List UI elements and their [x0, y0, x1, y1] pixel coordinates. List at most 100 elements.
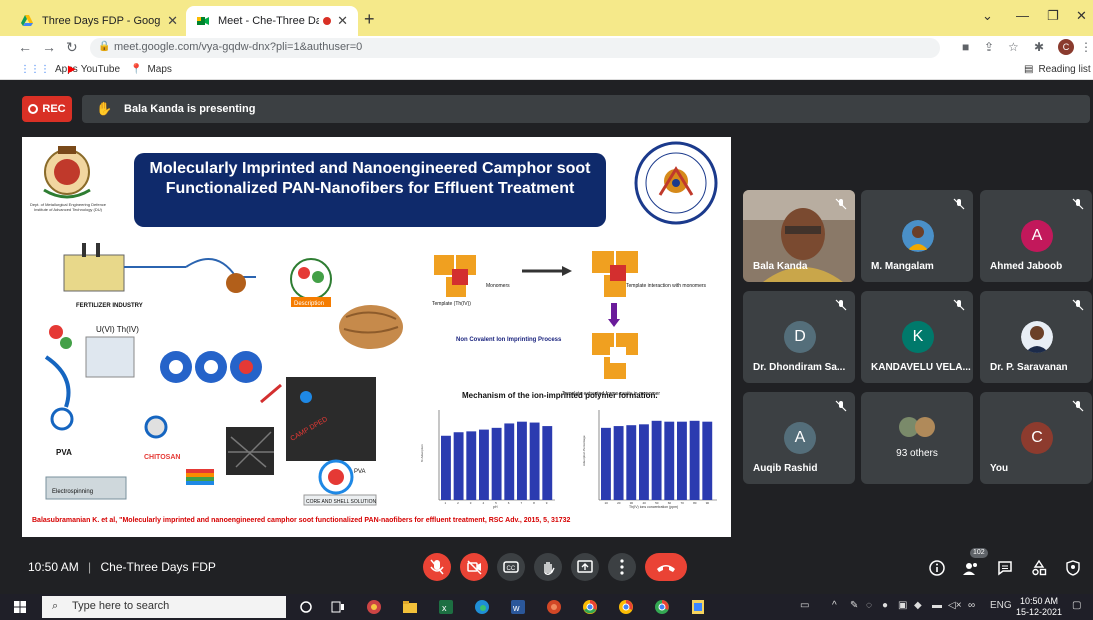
reading-list-button[interactable]: ▤ Reading list: [1024, 64, 1091, 75]
participant-tile-auqib-rashid[interactable]: A Auqib Rashid: [743, 392, 855, 484]
chat-icon[interactable]: [996, 559, 1014, 577]
notes-app-icon[interactable]: [690, 599, 706, 615]
participant-tile-saravanan[interactable]: Dr. P. Saravanan: [980, 291, 1092, 383]
display-icon[interactable]: ▣: [898, 600, 907, 611]
pen-icon[interactable]: ✎: [850, 600, 858, 611]
y-axis-label: % Adsorption: [420, 444, 424, 462]
share-icon[interactable]: ⇪: [984, 40, 994, 54]
participant-tile-kandavelu[interactable]: K KANDAVELU VELA...: [861, 291, 973, 383]
tab-google-drive[interactable]: Three Days FDP - Google Drive ✕: [10, 6, 188, 36]
windows-taskbar: ⌕ Type here to search x w ▭ ^ ✎ ◌ ● ▣ ◆ …: [0, 594, 1093, 620]
electrospinning-label: Electrospinning: [52, 489, 93, 495]
reload-icon[interactable]: ↻: [66, 39, 78, 56]
word-icon[interactable]: w: [510, 599, 526, 615]
slide-title: Molecularly Imprinted and Nanoengineered…: [134, 153, 606, 227]
tab-close-icon[interactable]: ✕: [337, 13, 348, 29]
app-tray-icon[interactable]: ◆: [914, 600, 922, 611]
chart-bar: [677, 421, 687, 500]
x-tick-label: 4: [482, 501, 484, 505]
participant-tile-bala-kanda[interactable]: Bala Kanda: [743, 190, 855, 282]
rec-label: REC: [42, 103, 66, 115]
battery-icon[interactable]: ▬: [932, 600, 942, 611]
raise-hand-button[interactable]: [534, 553, 562, 581]
captions-button[interactable]: CC: [497, 553, 525, 581]
bookmark-maps[interactable]: 📍 Maps: [130, 64, 172, 75]
leave-call-button[interactable]: [645, 553, 687, 581]
camera-toggle-button[interactable]: [460, 553, 488, 581]
chart-bar: [504, 423, 515, 500]
bookmark-star-icon[interactable]: ☆: [1008, 40, 1019, 54]
bookmark-label: Maps: [147, 64, 172, 75]
svg-text:CC: CC: [507, 566, 516, 572]
notifications-icon[interactable]: ▢: [1072, 600, 1081, 611]
participant-tile-you[interactable]: C You: [980, 392, 1092, 484]
cortana-icon[interactable]: [298, 599, 314, 615]
y-axis-label: Adsorption Percentage: [582, 435, 586, 466]
present-screen-icon: [577, 560, 593, 573]
chrome-profile-icon[interactable]: [618, 599, 634, 615]
menu-kebab-icon[interactable]: ⋮: [1080, 40, 1092, 54]
restore-icon[interactable]: ❐: [1047, 8, 1059, 24]
profile-avatar[interactable]: C: [1058, 39, 1074, 55]
excel-icon[interactable]: x: [438, 599, 454, 615]
powerpoint-icon[interactable]: [546, 599, 562, 615]
host-controls-icon[interactable]: [1064, 559, 1082, 577]
task-view-icon[interactable]: [330, 599, 346, 615]
participant-name: Dr. P. Saravanan: [990, 362, 1068, 373]
meeting-details-icon[interactable]: [928, 559, 946, 577]
app-icon[interactable]: [366, 599, 382, 615]
camera-icon[interactable]: ■: [962, 40, 969, 54]
recording-indicator-icon: [323, 17, 332, 25]
url-input[interactable]: 🔒 meet.google.com/vya-gqdw-dnx?pli=1&aut…: [90, 38, 940, 58]
participant-tile-others[interactable]: 93 others: [861, 392, 973, 484]
window-close-icon[interactable]: ✕: [1076, 8, 1087, 24]
recording-button[interactable]: REC: [22, 96, 72, 122]
bookmark-youtube[interactable]: ▶ YouTube: [68, 64, 120, 75]
participant-tile-ahmed-jaboob[interactable]: A Ahmed Jaboob: [980, 190, 1092, 282]
forward-icon[interactable]: →: [42, 39, 56, 55]
mic-off-icon: [835, 400, 847, 412]
mic-tray-icon[interactable]: ●: [882, 600, 888, 611]
extensions-icon[interactable]: ✱: [1034, 40, 1044, 54]
chart-bar: [601, 427, 611, 500]
pva-shell-label: PVA: [354, 469, 366, 475]
new-tab-icon[interactable]: +: [364, 9, 375, 30]
record-icon: [28, 104, 39, 114]
minimize-icon[interactable]: —: [1016, 8, 1029, 23]
present-screen-button[interactable]: [571, 553, 599, 581]
network-icon[interactable]: ◌: [866, 600, 872, 611]
chrome-alt-icon[interactable]: [654, 599, 670, 615]
participant-tile-m-mangalam[interactable]: M. Mangalam: [861, 190, 973, 282]
keyboard-icon[interactable]: ▭: [800, 600, 809, 611]
x-tick-label: 8: [533, 501, 535, 505]
tab-close-icon[interactable]: ✕: [167, 13, 178, 29]
people-icon[interactable]: [962, 559, 980, 577]
x-tick-label: 70: [680, 501, 684, 505]
participant-tile-dhondiram[interactable]: D Dr. Dhondiram Sa...: [743, 291, 855, 383]
x-tick-label: 40: [642, 501, 646, 505]
edge-icon[interactable]: [474, 599, 490, 615]
taskbar-clock[interactable]: 10:50 AM 15-12-2021: [1016, 596, 1062, 618]
chrome-icon[interactable]: [582, 599, 598, 615]
more-options-button[interactable]: [608, 553, 636, 581]
tab-search-icon[interactable]: ⌄: [982, 8, 993, 24]
activities-icon[interactable]: [1030, 559, 1048, 577]
back-icon[interactable]: ←: [18, 39, 32, 55]
mic-toggle-button[interactable]: [423, 553, 451, 581]
file-explorer-icon[interactable]: [402, 599, 418, 615]
language-indicator[interactable]: ENG: [990, 600, 1012, 611]
mic-off-icon: [430, 559, 444, 575]
presenter-avatar-icon: ✋: [96, 101, 113, 116]
volume-muted-icon[interactable]: ◁×: [948, 600, 962, 611]
taskbar-search-input[interactable]: ⌕ Type here to search: [42, 596, 286, 618]
mic-off-icon: [835, 198, 847, 210]
tab-google-meet[interactable]: Meet - Che-Three Days FDP ✕: [186, 6, 358, 36]
monomers-label: Monomers: [486, 283, 510, 289]
tray-expand-icon[interactable]: ^: [832, 600, 837, 611]
windows-start-icon[interactable]: [14, 601, 26, 613]
avatar: A: [1021, 220, 1053, 252]
bookmark-label: YouTube: [80, 64, 120, 75]
link-icon[interactable]: ∞: [968, 600, 975, 611]
drdo-logo-icon: [634, 141, 718, 225]
tab-title: Meet - Che-Three Days FDP: [218, 15, 320, 27]
